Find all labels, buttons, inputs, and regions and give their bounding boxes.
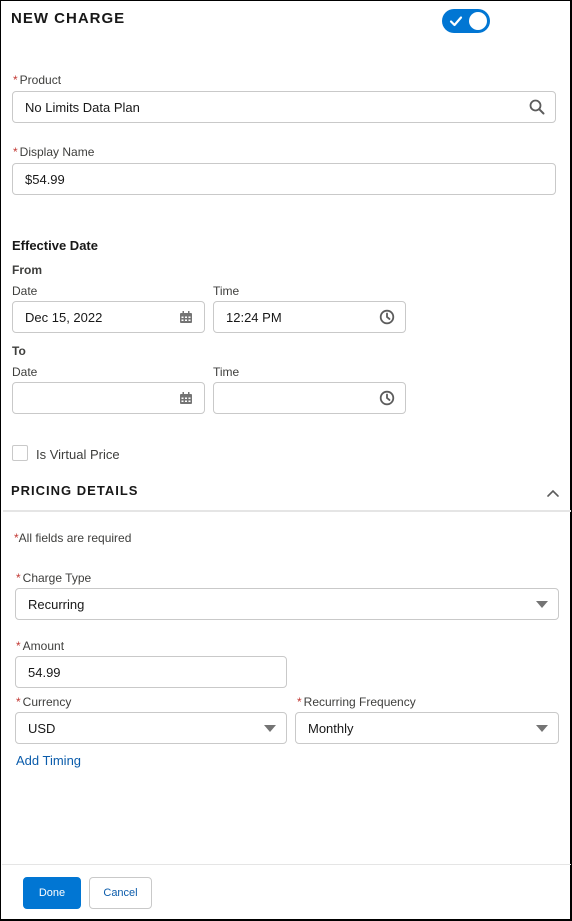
done-button[interactable]: Done [23, 877, 81, 909]
pricing-details-heading: PRICING DETAILS [11, 483, 139, 498]
from-heading: From [12, 263, 42, 277]
to-time-input[interactable] [213, 382, 406, 414]
product-lookup-input[interactable]: No Limits Data Plan [12, 91, 556, 123]
clock-icon[interactable] [379, 309, 395, 325]
required-marker: * [16, 639, 21, 653]
from-date-label: Date [12, 284, 38, 298]
clock-icon[interactable] [379, 390, 395, 406]
required-marker: * [16, 695, 21, 709]
from-date-value: Dec 15, 2022 [25, 309, 103, 325]
cancel-button[interactable]: Cancel [89, 877, 152, 909]
section-divider [3, 510, 571, 512]
required-note: *All fields are required [14, 531, 131, 545]
amount-input[interactable]: 54.99 [15, 656, 287, 688]
from-time-input[interactable]: 12:24 PM [213, 301, 406, 333]
effective-date-heading: Effective Date [12, 238, 98, 253]
to-date-label: Date [12, 365, 38, 379]
recurring-frequency-label-text: Recurring Frequency [303, 695, 416, 709]
panel-title: NEW CHARGE [11, 10, 126, 27]
dropdown-caret-icon [536, 724, 548, 732]
product-value: No Limits Data Plan [25, 99, 140, 115]
amount-value: 54.99 [28, 664, 61, 680]
display-name-label: * Display Name [13, 145, 94, 159]
new-charge-panel: NEW CHARGE * Product No Limits Data Plan … [0, 0, 572, 921]
currency-label: * Currency [16, 695, 71, 709]
charge-type-label: * Charge Type [16, 571, 91, 585]
display-name-value: $54.99 [25, 171, 65, 187]
dropdown-caret-icon [536, 600, 548, 608]
dropdown-caret-icon [264, 724, 276, 732]
required-marker: * [16, 571, 21, 585]
product-label-text: Product [19, 73, 62, 87]
charge-type-value: Recurring [28, 596, 85, 612]
currency-value: USD [28, 720, 56, 736]
required-marker: * [297, 695, 302, 709]
recurring-frequency-select[interactable]: Monthly [295, 712, 559, 744]
recurring-frequency-value: Monthly [308, 720, 354, 736]
recurring-frequency-label: * Recurring Frequency [297, 695, 416, 709]
add-timing-link[interactable]: Add Timing [16, 753, 81, 768]
display-name-label-text: Display Name [19, 145, 95, 159]
check-icon [449, 16, 463, 27]
active-toggle[interactable] [442, 9, 490, 33]
chevron-up-icon[interactable] [546, 488, 560, 498]
search-icon[interactable] [529, 99, 545, 115]
charge-type-select[interactable]: Recurring [15, 588, 559, 620]
from-time-label: Time [213, 284, 240, 298]
to-time-label: Time [213, 365, 240, 379]
charge-type-label-text: Charge Type [22, 571, 92, 585]
is-virtual-price-checkbox[interactable] [12, 445, 28, 461]
calendar-icon[interactable] [178, 309, 194, 325]
to-date-input[interactable] [12, 382, 205, 414]
from-time-value: 12:24 PM [226, 309, 282, 325]
footer-divider [2, 864, 571, 865]
required-note-text: All fields are required [18, 531, 132, 545]
calendar-icon[interactable] [178, 390, 194, 406]
toggle-knob [469, 12, 487, 30]
currency-select[interactable]: USD [15, 712, 287, 744]
is-virtual-price-label: Is Virtual Price [36, 447, 120, 462]
from-date-input[interactable]: Dec 15, 2022 [12, 301, 205, 333]
currency-label-text: Currency [22, 695, 72, 709]
required-marker: * [13, 73, 18, 87]
amount-label-text: Amount [22, 639, 65, 653]
product-label: * Product [13, 73, 61, 87]
to-heading: To [12, 344, 26, 358]
required-marker: * [13, 145, 18, 159]
amount-label: * Amount [16, 639, 64, 653]
display-name-input[interactable]: $54.99 [12, 163, 556, 195]
